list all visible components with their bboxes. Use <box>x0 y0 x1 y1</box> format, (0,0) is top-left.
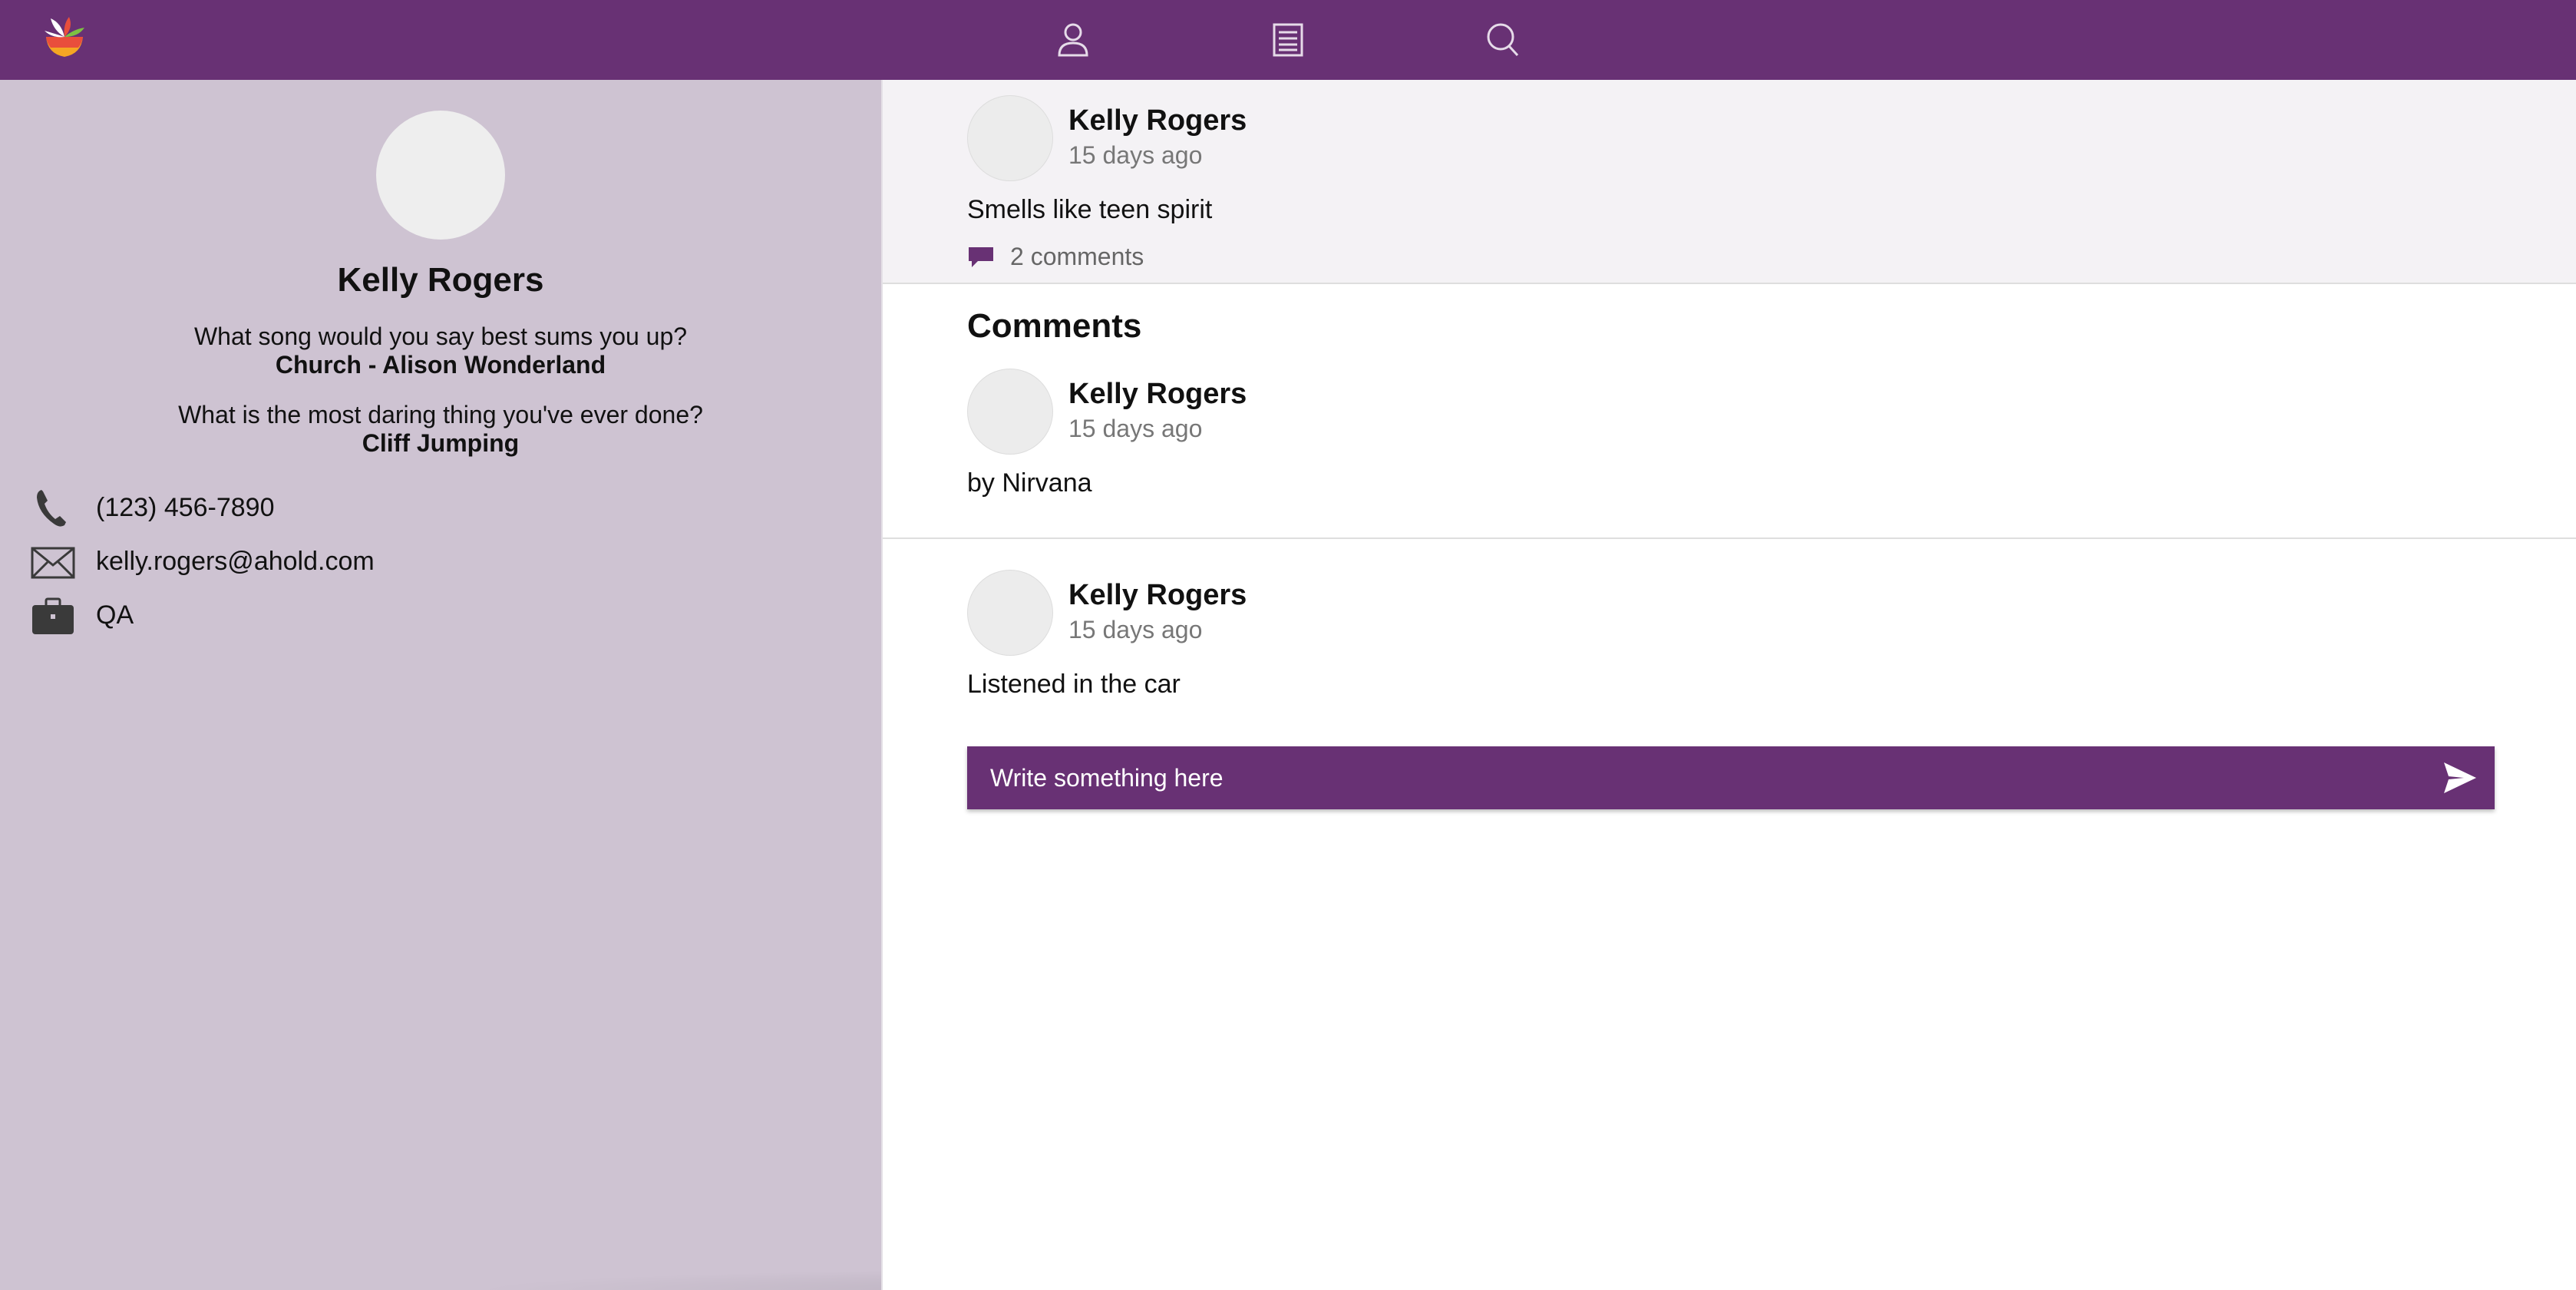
briefcase-icon <box>31 594 75 637</box>
profile-avatar <box>376 111 505 240</box>
comment-composer <box>967 746 2495 809</box>
email-text[interactable]: kelly.rogers@ahold.com <box>96 547 375 577</box>
comment-count-label: 2 comments <box>1010 243 1144 270</box>
comment-author[interactable]: Kelly Rogers <box>1068 378 1247 411</box>
search-icon[interactable] <box>1482 20 1522 60</box>
phone-icon <box>31 487 75 530</box>
comment-divider <box>883 538 2576 539</box>
feed-icon[interactable] <box>1268 20 1308 60</box>
comment-icon <box>967 246 995 269</box>
comment-author[interactable]: Kelly Rogers <box>1068 579 1247 612</box>
department-text: QA <box>96 600 134 630</box>
phone-text[interactable]: (123) 456-7890 <box>96 493 275 523</box>
comments-heading: Comments <box>967 307 1142 345</box>
answer-text: Cliff Jumping <box>362 429 520 457</box>
avatar <box>967 570 1053 656</box>
avatar <box>967 369 1053 455</box>
user-icon[interactable] <box>1053 20 1093 60</box>
comment-text: by Nirvana <box>967 468 1092 498</box>
contact-phone: (123) 456-7890 <box>31 487 798 530</box>
answer-text: Church - Alison Wonderland <box>275 351 606 379</box>
post-card: Kelly Rogers 15 days ago Smells like tee… <box>883 80 2576 284</box>
profile-question-1: What song would you say best sums you up… <box>0 322 881 379</box>
contact-department: QA <box>31 594 798 637</box>
send-icon[interactable] <box>2442 761 2478 795</box>
profile-name: Kelly Rogers <box>337 261 544 299</box>
post-text: Smells like teen spirit <box>967 195 1213 224</box>
comment-time: 15 days ago <box>1068 616 1203 643</box>
comment-count[interactable]: 2 comments <box>967 241 1274 272</box>
comment-input[interactable] <box>967 746 2426 809</box>
post-time: 15 days ago <box>1068 141 1203 169</box>
comment-time: 15 days ago <box>1068 415 1203 442</box>
comment-text: Listened in the car <box>967 670 1181 699</box>
post-author[interactable]: Kelly Rogers <box>1068 104 1247 137</box>
avatar <box>967 95 1053 181</box>
contact-email: kelly.rogers@ahold.com <box>31 541 798 584</box>
question-text: What song would you say best sums you up… <box>193 322 688 350</box>
logo-icon[interactable] <box>40 14 89 63</box>
question-text: What is the most daring thing you've eve… <box>178 401 703 428</box>
profile-question-2: What is the most daring thing you've eve… <box>0 401 881 458</box>
mail-icon <box>31 541 75 584</box>
main-content: Kelly Rogers 15 days ago Smells like tee… <box>881 80 2576 1290</box>
top-navigation-bar <box>0 0 2576 80</box>
